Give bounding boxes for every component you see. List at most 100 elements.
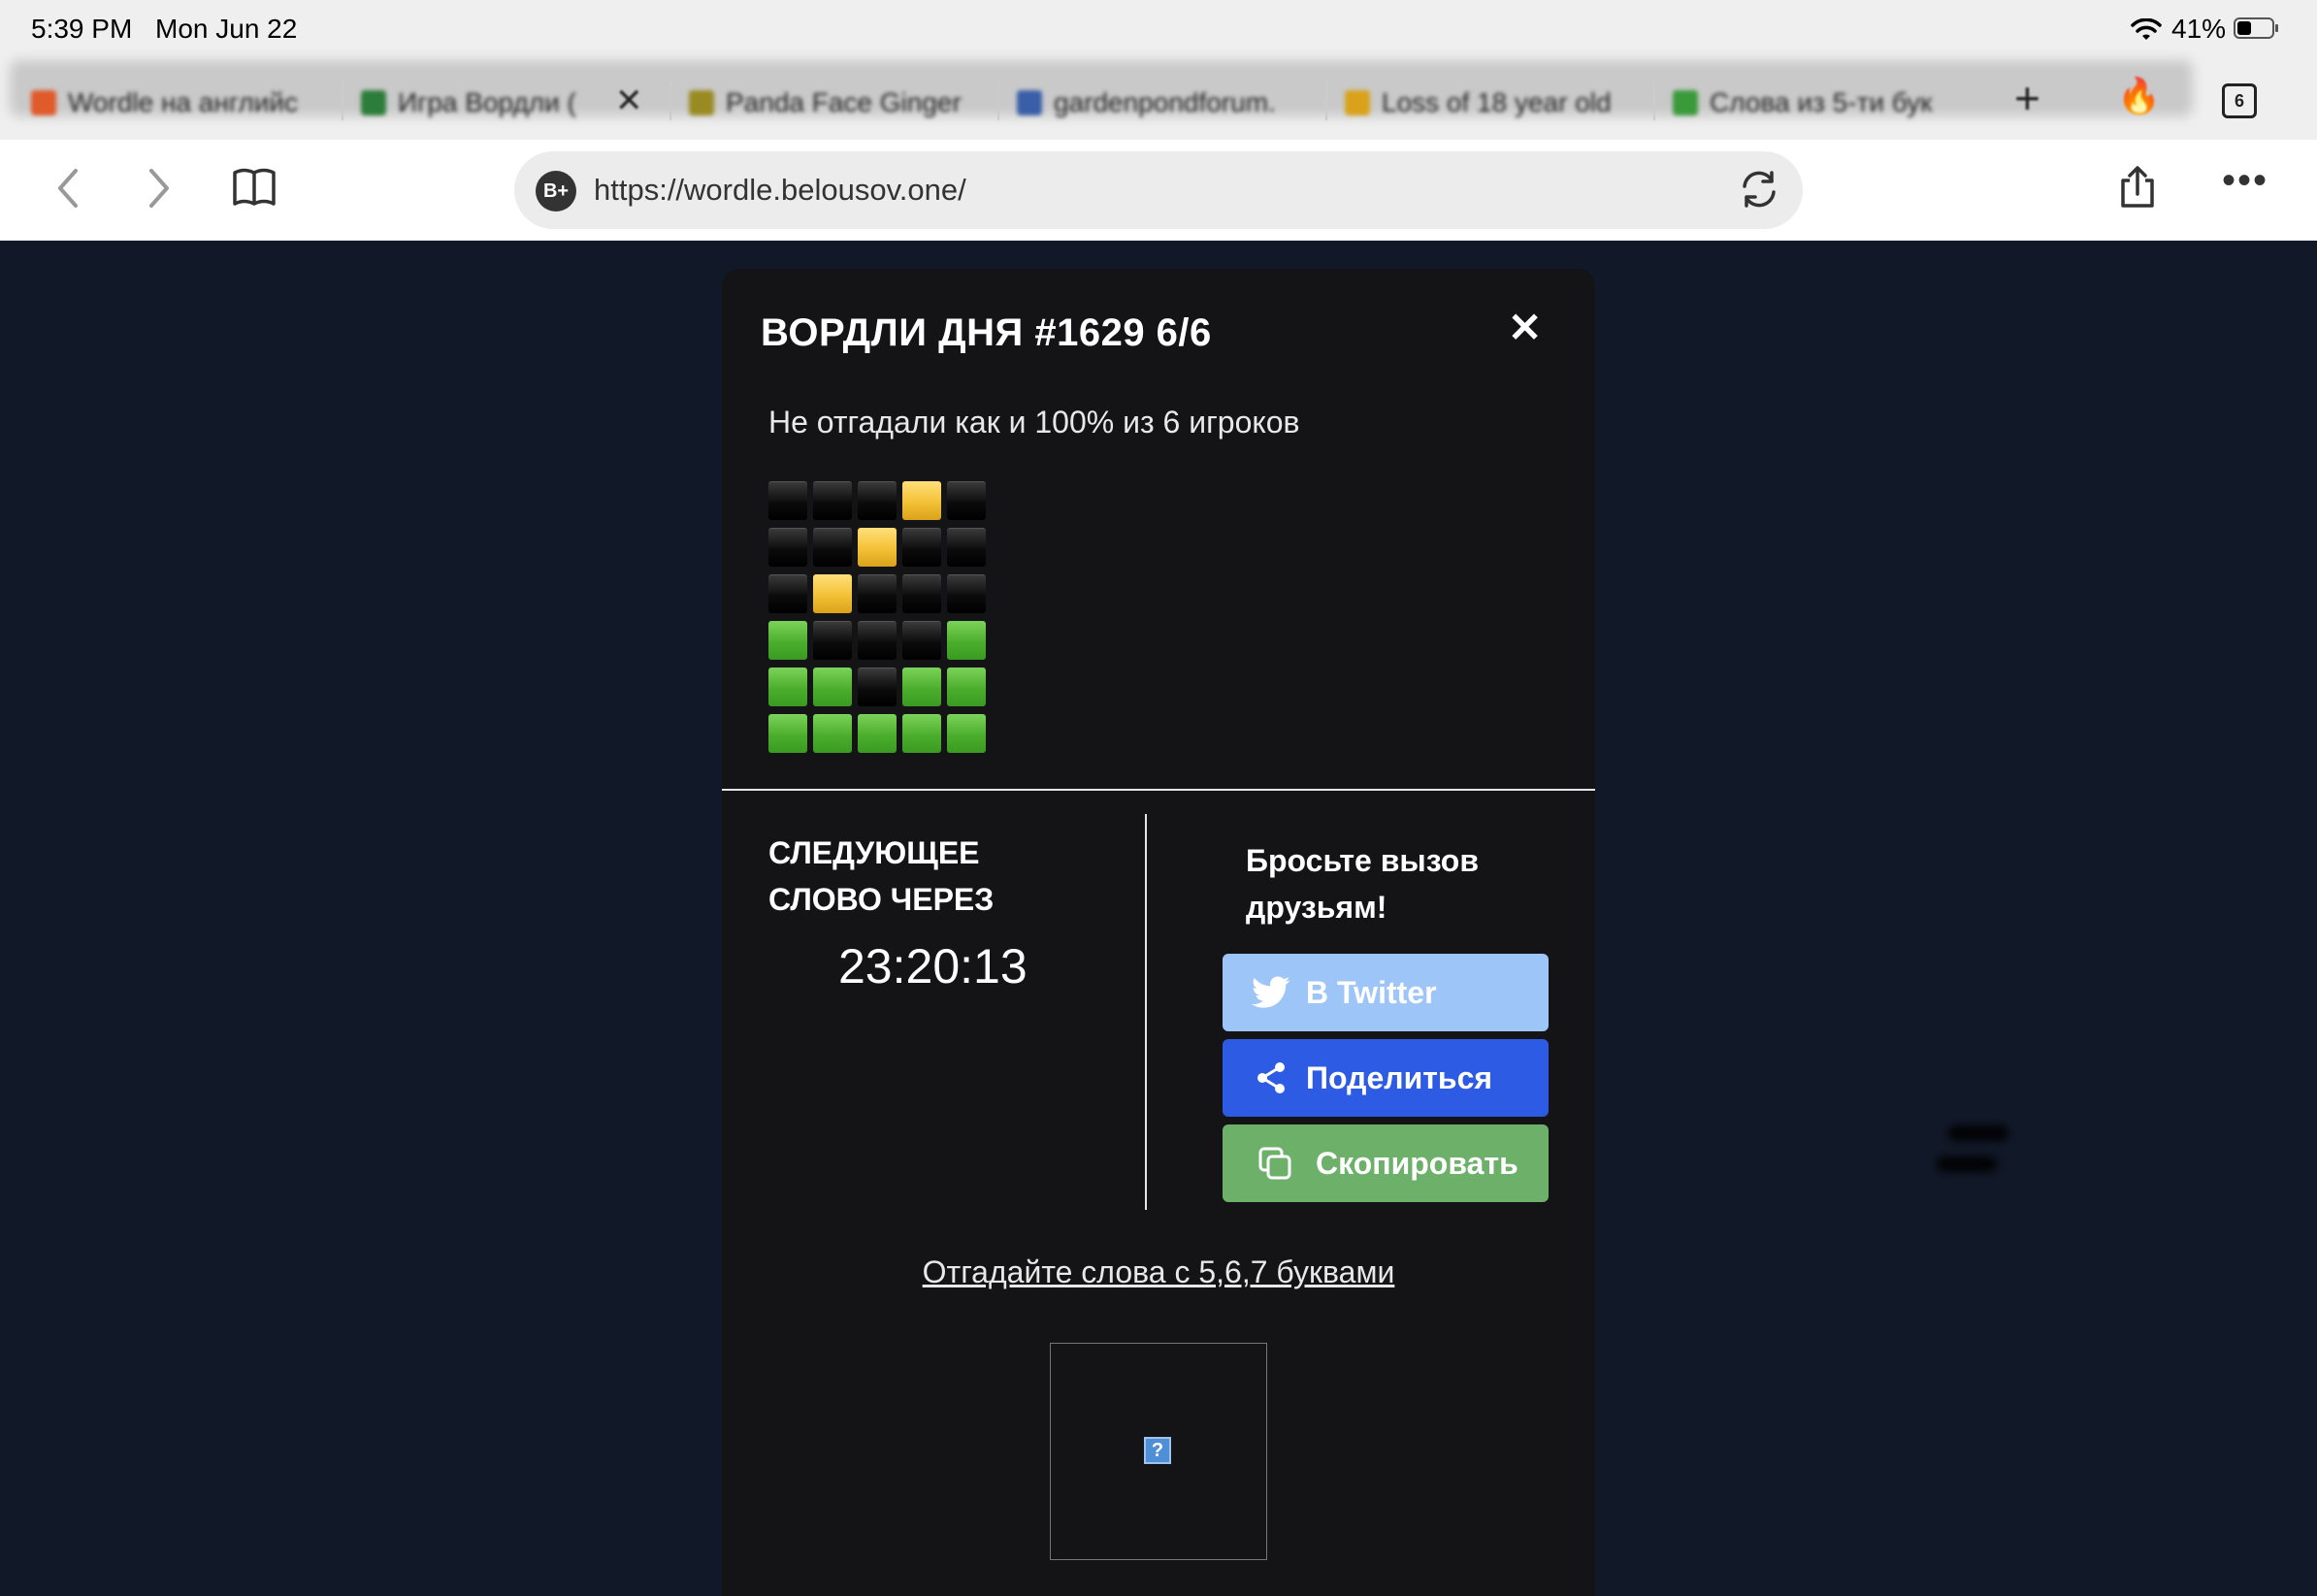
battery-icon [2234, 17, 2278, 39]
grid-tile-green [902, 668, 941, 706]
tab-favicon-icon [1673, 90, 1698, 115]
grid-tile-black [858, 574, 897, 613]
tab-favicon-icon [689, 90, 714, 115]
close-tab-icon[interactable]: ✕ [615, 81, 643, 120]
grid-tile-yellow [902, 481, 941, 520]
grid-tile-black [902, 574, 941, 613]
copy-icon [1256, 1144, 1294, 1183]
tab-separator [997, 81, 999, 120]
ad-placeholder[interactable]: ? [1050, 1343, 1267, 1560]
grid-tile-black [902, 528, 941, 567]
grid-tile-green [947, 668, 986, 706]
modal-title: ВОРДЛИ ДНЯ #1629 6/6 [761, 311, 1212, 354]
browser-tab[interactable]: Loss of 18 year old [1345, 74, 1636, 132]
next-word-label-line2: СЛОВО ЧЕРЕЗ [768, 882, 995, 917]
result-text: Не отгадали как и 100% из 6 игроков [768, 405, 1300, 440]
grid-tile-black [768, 481, 807, 520]
screen-smudge [1948, 1125, 2008, 1141]
wifi-icon [2131, 17, 2162, 49]
tab-favicon-icon [1017, 90, 1042, 115]
tab-separator [669, 81, 671, 120]
site-badge-icon: B+ [536, 171, 576, 212]
grid-tile-black [858, 481, 897, 520]
grid-tile-green [902, 714, 941, 753]
status-time: 5:39 PM [31, 14, 133, 44]
url-text[interactable]: https://wordle.belousov.one/ [594, 173, 966, 208]
share-button[interactable]: Поделиться [1223, 1039, 1549, 1117]
grid-tile-green [768, 668, 807, 706]
grid-tile-black [947, 481, 986, 520]
grid-tile-black [768, 528, 807, 567]
grid-tile-green [768, 714, 807, 753]
tab-separator [342, 81, 343, 120]
copy-button-label: Скопировать [1316, 1145, 1518, 1181]
tab-separator [1653, 81, 1655, 120]
twitter-button[interactable]: В Twitter [1223, 954, 1549, 1031]
browser-toolbar: B+ https://wordle.belousov.one/ ••• [0, 140, 2317, 241]
twitter-icon [1252, 973, 1290, 1012]
share-nodes-icon [1252, 1059, 1290, 1097]
stats-modal: ВОРДЛИ ДНЯ #1629 6/6 ✕ Не отгадали как и… [722, 269, 1595, 1596]
tab-favicon-icon [1345, 90, 1370, 115]
grid-tile-green [947, 714, 986, 753]
fire-icon[interactable]: 🔥 [2117, 76, 2161, 116]
tab-label: Wordle на английс [68, 87, 299, 117]
grid-tile-black [813, 528, 852, 567]
next-word-label-line1: СЛЕДУЮЩЕЕ [768, 835, 980, 870]
grid-tile-green [813, 668, 852, 706]
address-bar[interactable]: B+ https://wordle.belousov.one/ [514, 151, 1803, 229]
challenge-line1: Бросьте вызов [1246, 843, 1480, 878]
share-button-label: Поделиться [1306, 1059, 1493, 1095]
tab-label: Loss of 18 year old [1382, 87, 1612, 117]
tab-favicon-icon [31, 90, 56, 115]
more-options-icon[interactable]: ••• [2222, 159, 2268, 203]
browser-tab[interactable]: gardenpondforum. [1017, 74, 1308, 132]
browser-tab[interactable]: Panda Face Ginger [689, 74, 980, 132]
more-words-link[interactable]: Отгадайте слова с 5,6,7 буквами [722, 1254, 1595, 1290]
status-bar: 5:39 PM Mon Jun 22 41% [0, 0, 2317, 60]
missing-image-icon: ? [1144, 1437, 1171, 1464]
grid-tile-black [858, 668, 897, 706]
grid-tile-black [858, 621, 897, 660]
grid-tile-black [813, 481, 852, 520]
screen-smudge [1937, 1156, 1997, 1172]
battery-percent: 41% [2171, 14, 2227, 44]
grid-tile-black [947, 574, 986, 613]
tab-label: Игра Вордли ( [398, 87, 576, 117]
share-icon[interactable] [2119, 165, 2156, 214]
section-divider [722, 789, 1595, 791]
close-icon[interactable]: ✕ [1508, 304, 1542, 351]
twitter-button-label: В Twitter [1306, 974, 1437, 1010]
tab-favicon-icon [361, 90, 386, 115]
grid-tile-black [947, 528, 986, 567]
vertical-divider [1145, 814, 1147, 1210]
grid-tile-green [768, 621, 807, 660]
grid-tile-green [813, 714, 852, 753]
bookmarks-icon[interactable] [231, 167, 277, 217]
back-icon[interactable] [54, 167, 82, 217]
forward-icon[interactable] [146, 167, 173, 217]
countdown-timer: 23:20:13 [838, 939, 1028, 993]
browser-tab[interactable]: Слова из 5-ти бук [1673, 74, 1964, 132]
tab-count-button[interactable]: 6 [2222, 83, 2257, 118]
tab-separator [1325, 81, 1327, 120]
copy-button[interactable]: Скопировать [1223, 1124, 1549, 1202]
new-tab-icon[interactable]: + [2014, 72, 2040, 124]
browser-tab[interactable]: Игра Вордли ( [361, 74, 652, 132]
grid-tile-yellow [813, 574, 852, 613]
grid-tile-black [902, 621, 941, 660]
grid-tile-black [813, 621, 852, 660]
grid-tile-green [947, 621, 986, 660]
tab-label: gardenpondforum. [1054, 87, 1276, 117]
grid-tile-yellow [858, 528, 897, 567]
status-date: Mon Jun 22 [155, 14, 298, 44]
tab-label: Слова из 5-ти бук [1710, 87, 1933, 117]
challenge-line2: друзьям! [1246, 890, 1387, 925]
grid-tile-black [768, 574, 807, 613]
tab-label: Panda Face Ginger [726, 87, 962, 117]
reload-icon[interactable] [1737, 167, 1781, 221]
grid-tile-green [858, 714, 897, 753]
browser-tab[interactable]: Wordle на английс [31, 74, 322, 132]
next-word-label: СЛЕДУЮЩЕЕ СЛОВО ЧЕРЕЗ [768, 830, 1060, 923]
challenge-text: Бросьте вызов друзьям! [1246, 837, 1537, 930]
